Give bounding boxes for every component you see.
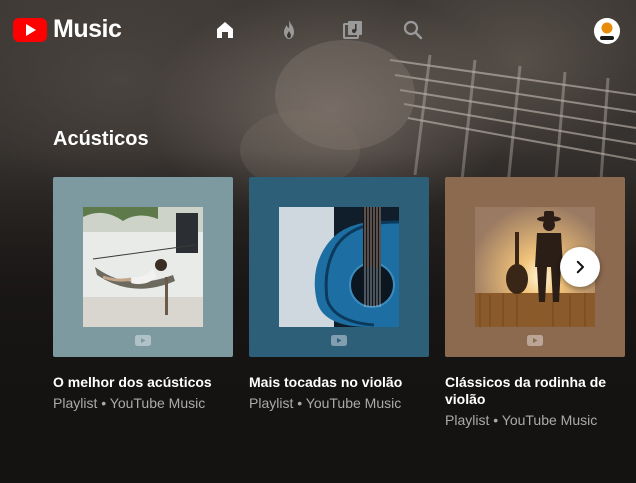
playlist-title[interactable]: Clássicos da rodinha de violão	[445, 374, 625, 408]
playlist-subtitle: Playlist • YouTube Music	[445, 412, 598, 428]
playlist-card[interactable]: Mais tocadas no violão Playlist • YouTub…	[249, 177, 429, 412]
playlist-subtitle: Playlist • YouTube Music	[249, 395, 402, 411]
youtube-small-icon	[331, 335, 347, 346]
carousel-next-button[interactable]	[560, 247, 600, 287]
blue-guitar-photo	[279, 207, 399, 327]
avatar-person-icon	[594, 18, 620, 44]
playlist-card[interactable]: Clássicos da rodinha de violão Playlist …	[445, 177, 625, 429]
playlist-thumbnail[interactable]	[249, 177, 429, 357]
playlist-subtitle: Playlist • YouTube Music	[53, 395, 206, 411]
chevron-right-icon	[576, 260, 584, 274]
home-icon[interactable]	[213, 18, 237, 42]
section-title: Acústicos	[53, 128, 149, 150]
playlist-title[interactable]: Mais tocadas no violão	[249, 374, 429, 391]
fire-icon[interactable]	[277, 18, 301, 42]
youtube-small-icon	[527, 335, 543, 346]
playlist-title[interactable]: O melhor dos acústicos	[53, 374, 233, 391]
logo-text: Music	[53, 15, 122, 43]
playlist-card[interactable]: O melhor dos acústicos Playlist • YouTub…	[53, 177, 233, 412]
playlist-thumbnail[interactable]	[53, 177, 233, 357]
youtube-music-logo[interactable]: Music	[13, 15, 122, 43]
youtube-small-icon	[135, 335, 151, 346]
youtube-play-logo-icon	[13, 17, 47, 42]
top-nav-bar: Music	[0, 0, 636, 62]
hammock-photo	[83, 207, 203, 327]
library-icon[interactable]	[341, 18, 365, 42]
account-avatar[interactable]	[594, 18, 620, 44]
search-icon[interactable]	[401, 18, 425, 42]
